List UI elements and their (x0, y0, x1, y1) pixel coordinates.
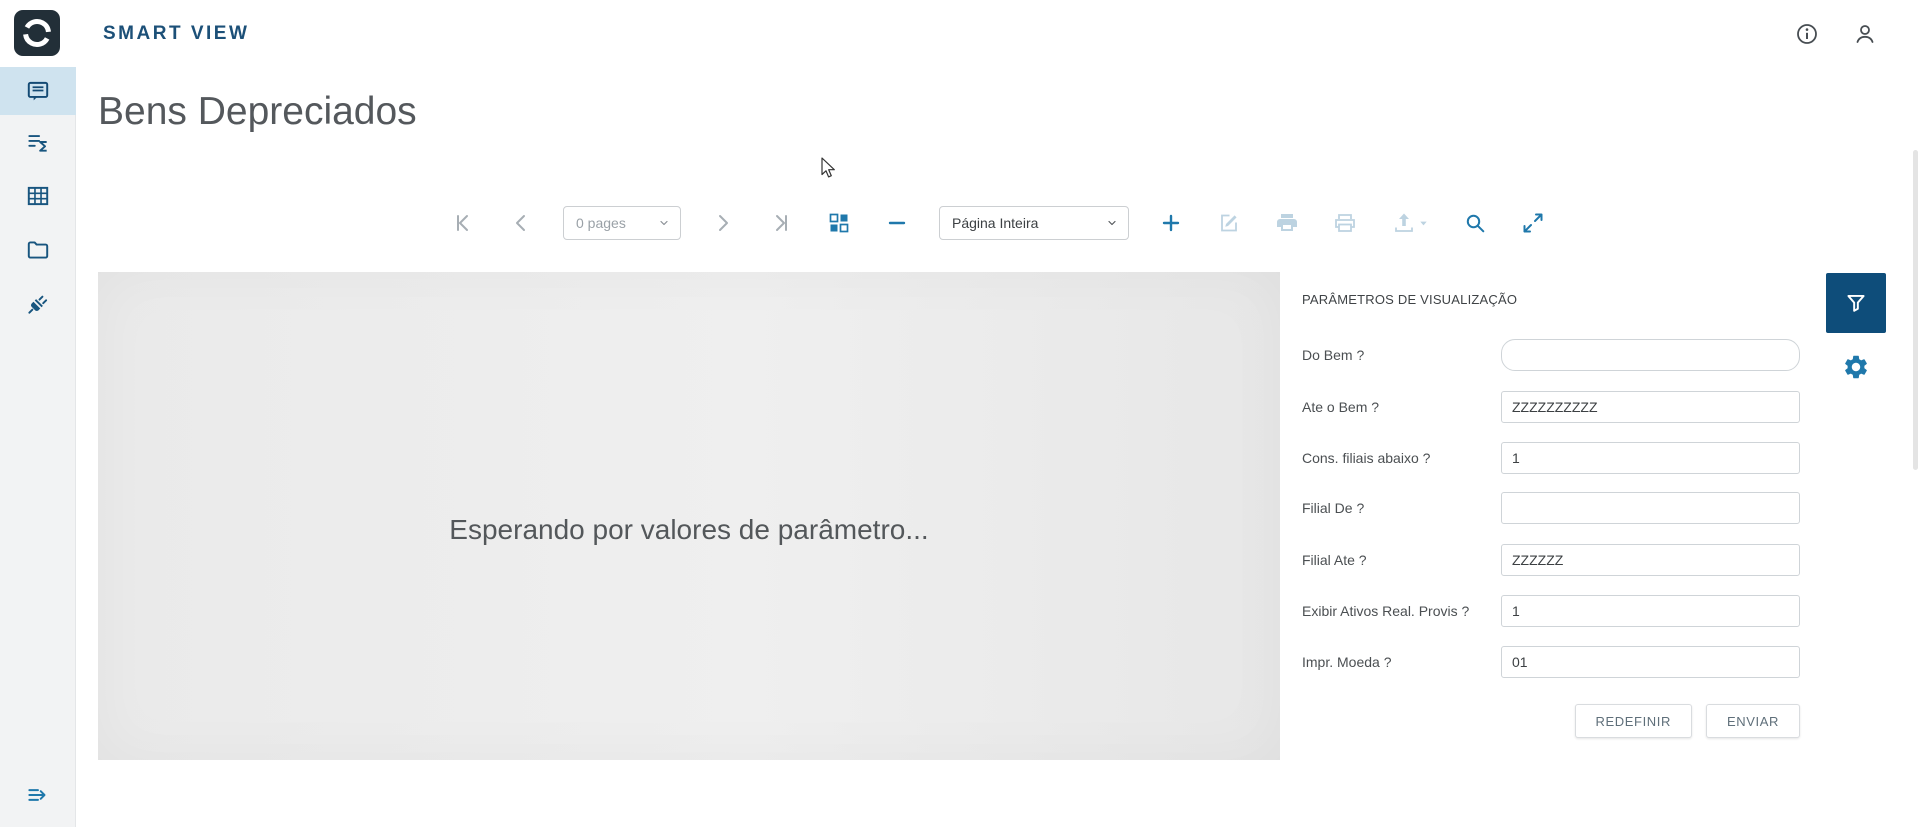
submit-button[interactable]: ENVIAR (1705, 704, 1800, 738)
report-viewer: Esperando por valores de parâmetro... (98, 272, 1280, 760)
last-page-button[interactable] (765, 207, 797, 239)
info-button[interactable] (1795, 22, 1819, 46)
sidebar-item-tables[interactable] (0, 169, 76, 223)
pages-select[interactable]: 0 pages (563, 206, 681, 240)
param-label: Ate o Bem ? (1302, 399, 1380, 415)
edit-report-icon (1221, 214, 1237, 232)
sidebar-item-reports[interactable] (0, 67, 76, 115)
next-page-icon (719, 215, 728, 231)
vertical-scrollbar[interactable] (1913, 150, 1918, 470)
search-icon (1466, 214, 1485, 233)
reset-button[interactable]: REDEFINIR (1574, 704, 1692, 738)
fullscreen-icon (1523, 213, 1543, 233)
page-layout-icon (829, 213, 849, 233)
param-input-filial-ate[interactable] (1501, 544, 1800, 576)
param-row: Filial Ate ? (1302, 544, 1800, 576)
param-label: Filial De ? (1302, 500, 1365, 516)
plug-icon (28, 295, 48, 314)
param-row: Exibir Ativos Real. Provis ? (1302, 595, 1800, 627)
param-input-filial-de[interactable] (1501, 492, 1800, 524)
zoom-select-value: Página Inteira (952, 215, 1039, 231)
chevron-down-icon (658, 217, 670, 229)
zoom-in-icon (1162, 214, 1180, 232)
pages-select-value: 0 pages (576, 215, 626, 231)
print-icon (1277, 214, 1297, 231)
param-label: Impr. Moeda ? (1302, 654, 1392, 670)
zoom-out-icon (888, 221, 906, 225)
print-preview-button[interactable] (1329, 207, 1361, 239)
sidebar (0, 67, 76, 827)
top-bar: SMART VIEW (0, 0, 1920, 67)
expand-menu-icon (28, 789, 46, 801)
param-input-cons-filiais[interactable] (1501, 442, 1800, 474)
zoom-in-button[interactable] (1155, 207, 1187, 239)
page-title: Bens Depreciados (98, 90, 417, 133)
print-preview-icon (1335, 214, 1355, 232)
param-label: Exibir Ativos Real. Provis ? (1302, 603, 1470, 619)
mouse-cursor (821, 157, 835, 178)
table-icon (27, 186, 49, 206)
param-row: Ate o Bem ? (1302, 391, 1800, 423)
parameters-title: PARÂMETROS DE VISUALIZAÇÃO (1302, 292, 1518, 307)
report-icon (27, 81, 49, 101)
folder-icon (27, 241, 49, 259)
param-row: Filial De ? (1302, 492, 1800, 524)
param-row: Cons. filiais abaixo ? (1302, 442, 1800, 474)
param-label: Cons. filiais abaixo ? (1302, 450, 1431, 466)
summary-icon (28, 135, 47, 152)
next-page-button[interactable] (707, 207, 739, 239)
search-button[interactable] (1459, 207, 1491, 239)
param-row: Do Bem ? (1302, 339, 1800, 371)
param-input-impr-moeda[interactable] (1501, 646, 1800, 678)
first-page-icon (457, 215, 468, 231)
page-layout-button[interactable] (823, 207, 855, 239)
filter-panel-button[interactable] (1826, 273, 1886, 333)
param-label: Filial Ate ? (1302, 552, 1367, 568)
totvs-logo-icon (14, 10, 60, 56)
print-button[interactable] (1271, 207, 1303, 239)
app-logo[interactable] (14, 10, 60, 56)
last-page-icon (776, 215, 787, 231)
report-toolbar: 0 pages Página Inteira (447, 200, 1549, 246)
filter-icon (1847, 294, 1865, 312)
chevron-down-icon (1419, 221, 1427, 225)
settings-panel-button[interactable] (1842, 353, 1870, 381)
param-row: Impr. Moeda ? (1302, 646, 1800, 678)
sidebar-expand-button[interactable] (0, 773, 76, 817)
gear-icon (1845, 355, 1867, 379)
export-button[interactable] (1387, 207, 1433, 239)
edit-report-button[interactable] (1213, 207, 1245, 239)
chevron-down-icon (1106, 217, 1118, 229)
zoom-out-button[interactable] (881, 207, 913, 239)
previous-page-icon (516, 215, 525, 231)
previous-page-button[interactable] (505, 207, 537, 239)
sidebar-item-summaries[interactable] (0, 115, 76, 169)
info-icon (1797, 23, 1817, 44)
user-button[interactable] (1853, 22, 1877, 46)
param-input-ate-o-bem[interactable] (1501, 391, 1800, 423)
app-title: SMART VIEW (103, 22, 250, 44)
user-icon (1856, 24, 1874, 43)
parameters-panel: PARÂMETROS DE VISUALIZAÇÃO Do Bem ? Ate … (1281, 272, 1818, 760)
fullscreen-button[interactable] (1517, 207, 1549, 239)
param-input-exibir-ativos[interactable] (1501, 595, 1800, 627)
param-input-do-bem[interactable] (1501, 339, 1800, 371)
sidebar-item-connections[interactable] (0, 277, 76, 331)
zoom-select[interactable]: Página Inteira (939, 206, 1129, 240)
sidebar-item-folders[interactable] (0, 223, 76, 277)
export-icon (1394, 213, 1413, 232)
viewer-message: Esperando por valores de parâmetro... (449, 514, 929, 545)
param-label: Do Bem ? (1302, 347, 1365, 363)
first-page-button[interactable] (447, 207, 479, 239)
